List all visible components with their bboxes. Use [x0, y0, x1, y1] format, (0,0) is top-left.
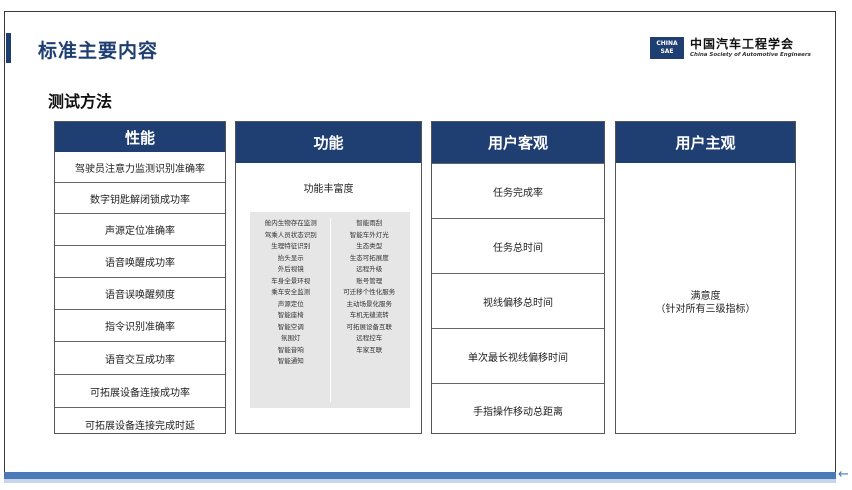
objective-item: 视线偏移总时间 — [432, 273, 604, 328]
function-item: 舱内生物存在监测 — [264, 219, 317, 227]
subjective-column: 用户主观 满意度 （针对所有三级指标） — [615, 121, 796, 434]
function-item: 主动场景化服务 — [346, 299, 393, 308]
objective-item: 手指操作移动总距离 — [432, 383, 604, 437]
performance-item: 驾驶员注意力监测识别准确率 — [75, 163, 205, 175]
function-item: 氛围灯 — [281, 334, 301, 342]
function-item: 智能空调 — [277, 322, 304, 331]
function-item: 车身全景环视 — [271, 276, 311, 285]
function-item: 可拓展设备互联 — [346, 322, 393, 331]
function-item: 智能通知 — [277, 357, 304, 365]
performance-item: 可拓展设备连接完成时延 — [55, 407, 225, 440]
logo-badge-bottom: SAE — [660, 48, 674, 55]
section-title: 测试方法 — [48, 92, 113, 111]
function-item: 智能音响 — [277, 345, 304, 354]
function-item: 智能雨刮 — [356, 219, 383, 227]
function-column: 功能 功能丰富度 舱内生物存在监测 驾乘人员状态识别 生理特征识别 抬头显示 外… — [235, 121, 422, 434]
function-item: 生理特征识别 — [271, 242, 311, 250]
function-item: 抬头显示 — [277, 253, 304, 262]
objective-item: 单次最长视线偏移时间 — [432, 328, 604, 383]
back-arrow-icon[interactable]: ← — [838, 467, 849, 482]
function-item: 生态类型 — [356, 242, 383, 250]
function-item: 车机无缝流转 — [349, 311, 389, 319]
performance-item: 语音唤醒成功率 — [55, 245, 225, 277]
function-item: 远程升级 — [356, 265, 383, 273]
function-item: 账号管理 — [356, 276, 383, 285]
satisfaction-label: 满意度 — [690, 291, 721, 302]
csae-logo: CHINA SAE 中国汽车工程学会 China Society of Auto… — [650, 37, 811, 59]
subjective-text: 满意度 （针对所有三级指标） — [616, 290, 795, 316]
function-item: 可迁移个性化服务 — [343, 288, 396, 296]
function-item: 智能车外灯光 — [349, 230, 389, 239]
bottom-accent-bar — [4, 472, 836, 479]
performance-column: 性能 驾驶员注意力监测识别准确率 数字钥匙解闭锁成功率 声源定位准确率 语音唤醒… — [54, 121, 226, 434]
function-item: 生态可拓展度 — [349, 253, 389, 262]
function-item: 乘车安全监测 — [271, 288, 311, 296]
function-item: 声源定位 — [277, 299, 304, 308]
logo-badge-top: CHINA — [656, 40, 678, 47]
function-item: 外后视镜 — [277, 265, 304, 273]
performance-item: 数字钥匙解闭锁成功率 — [55, 182, 225, 213]
objective-heading: 用户客观 — [432, 122, 604, 163]
objective-item: 任务总时间 — [432, 218, 604, 273]
function-item: 智能座椅 — [277, 311, 304, 319]
function-item: 远程控车 — [356, 334, 383, 342]
logo-name-en: China Society of Automotive Engineers — [690, 51, 811, 58]
satisfaction-note: （针对所有三级指标） — [655, 304, 756, 315]
performance-item: 声源定位准确率 — [55, 213, 225, 245]
logo-text: 中国汽车工程学会 China Society of Automotive Eng… — [690, 36, 811, 59]
bottom-accent-shadow — [4, 479, 836, 483]
function-item: 驾乘人员状态识别 — [264, 230, 317, 239]
performance-item: 指令识别准确率 — [55, 309, 225, 341]
performance-heading: 性能 — [55, 122, 225, 152]
function-heading: 功能 — [236, 122, 421, 163]
subjective-heading: 用户主观 — [616, 122, 795, 163]
function-item-grid: 舱内生物存在监测 驾乘人员状态识别 生理特征识别 抬头显示 外后视镜 车身全景环… — [250, 212, 410, 408]
performance-item: 可拓展设备连接成功率 — [55, 374, 225, 407]
performance-item: 语音误唤醒频度 — [55, 277, 225, 309]
function-grid-left: 舱内生物存在监测 驾乘人员状态识别 生理特征识别 抬头显示 外后视镜 车身全景环… — [252, 218, 331, 402]
objective-column: 用户客观 任务完成率 任务总时间 视线偏移总时间 单次最长视线偏移时间 手指操作… — [431, 121, 605, 434]
function-item: 车家互联 — [356, 345, 383, 354]
function-richness-label: 功能丰富度 — [303, 184, 354, 195]
slide-title: 标准主要内容 — [38, 40, 159, 62]
objective-item: 任务完成率 — [432, 163, 604, 218]
function-grid-right: 智能雨刮 智能车外灯光 生态类型 生态可拓展度 远程升级 账号管理 可迁移个性化… — [331, 218, 409, 402]
logo-name-cn: 中国汽车工程学会 — [690, 36, 795, 51]
performance-item: 语音交互成功率 — [55, 341, 225, 374]
title-accent-bar — [6, 33, 11, 63]
csae-badge-icon: CHINA SAE — [650, 37, 684, 59]
